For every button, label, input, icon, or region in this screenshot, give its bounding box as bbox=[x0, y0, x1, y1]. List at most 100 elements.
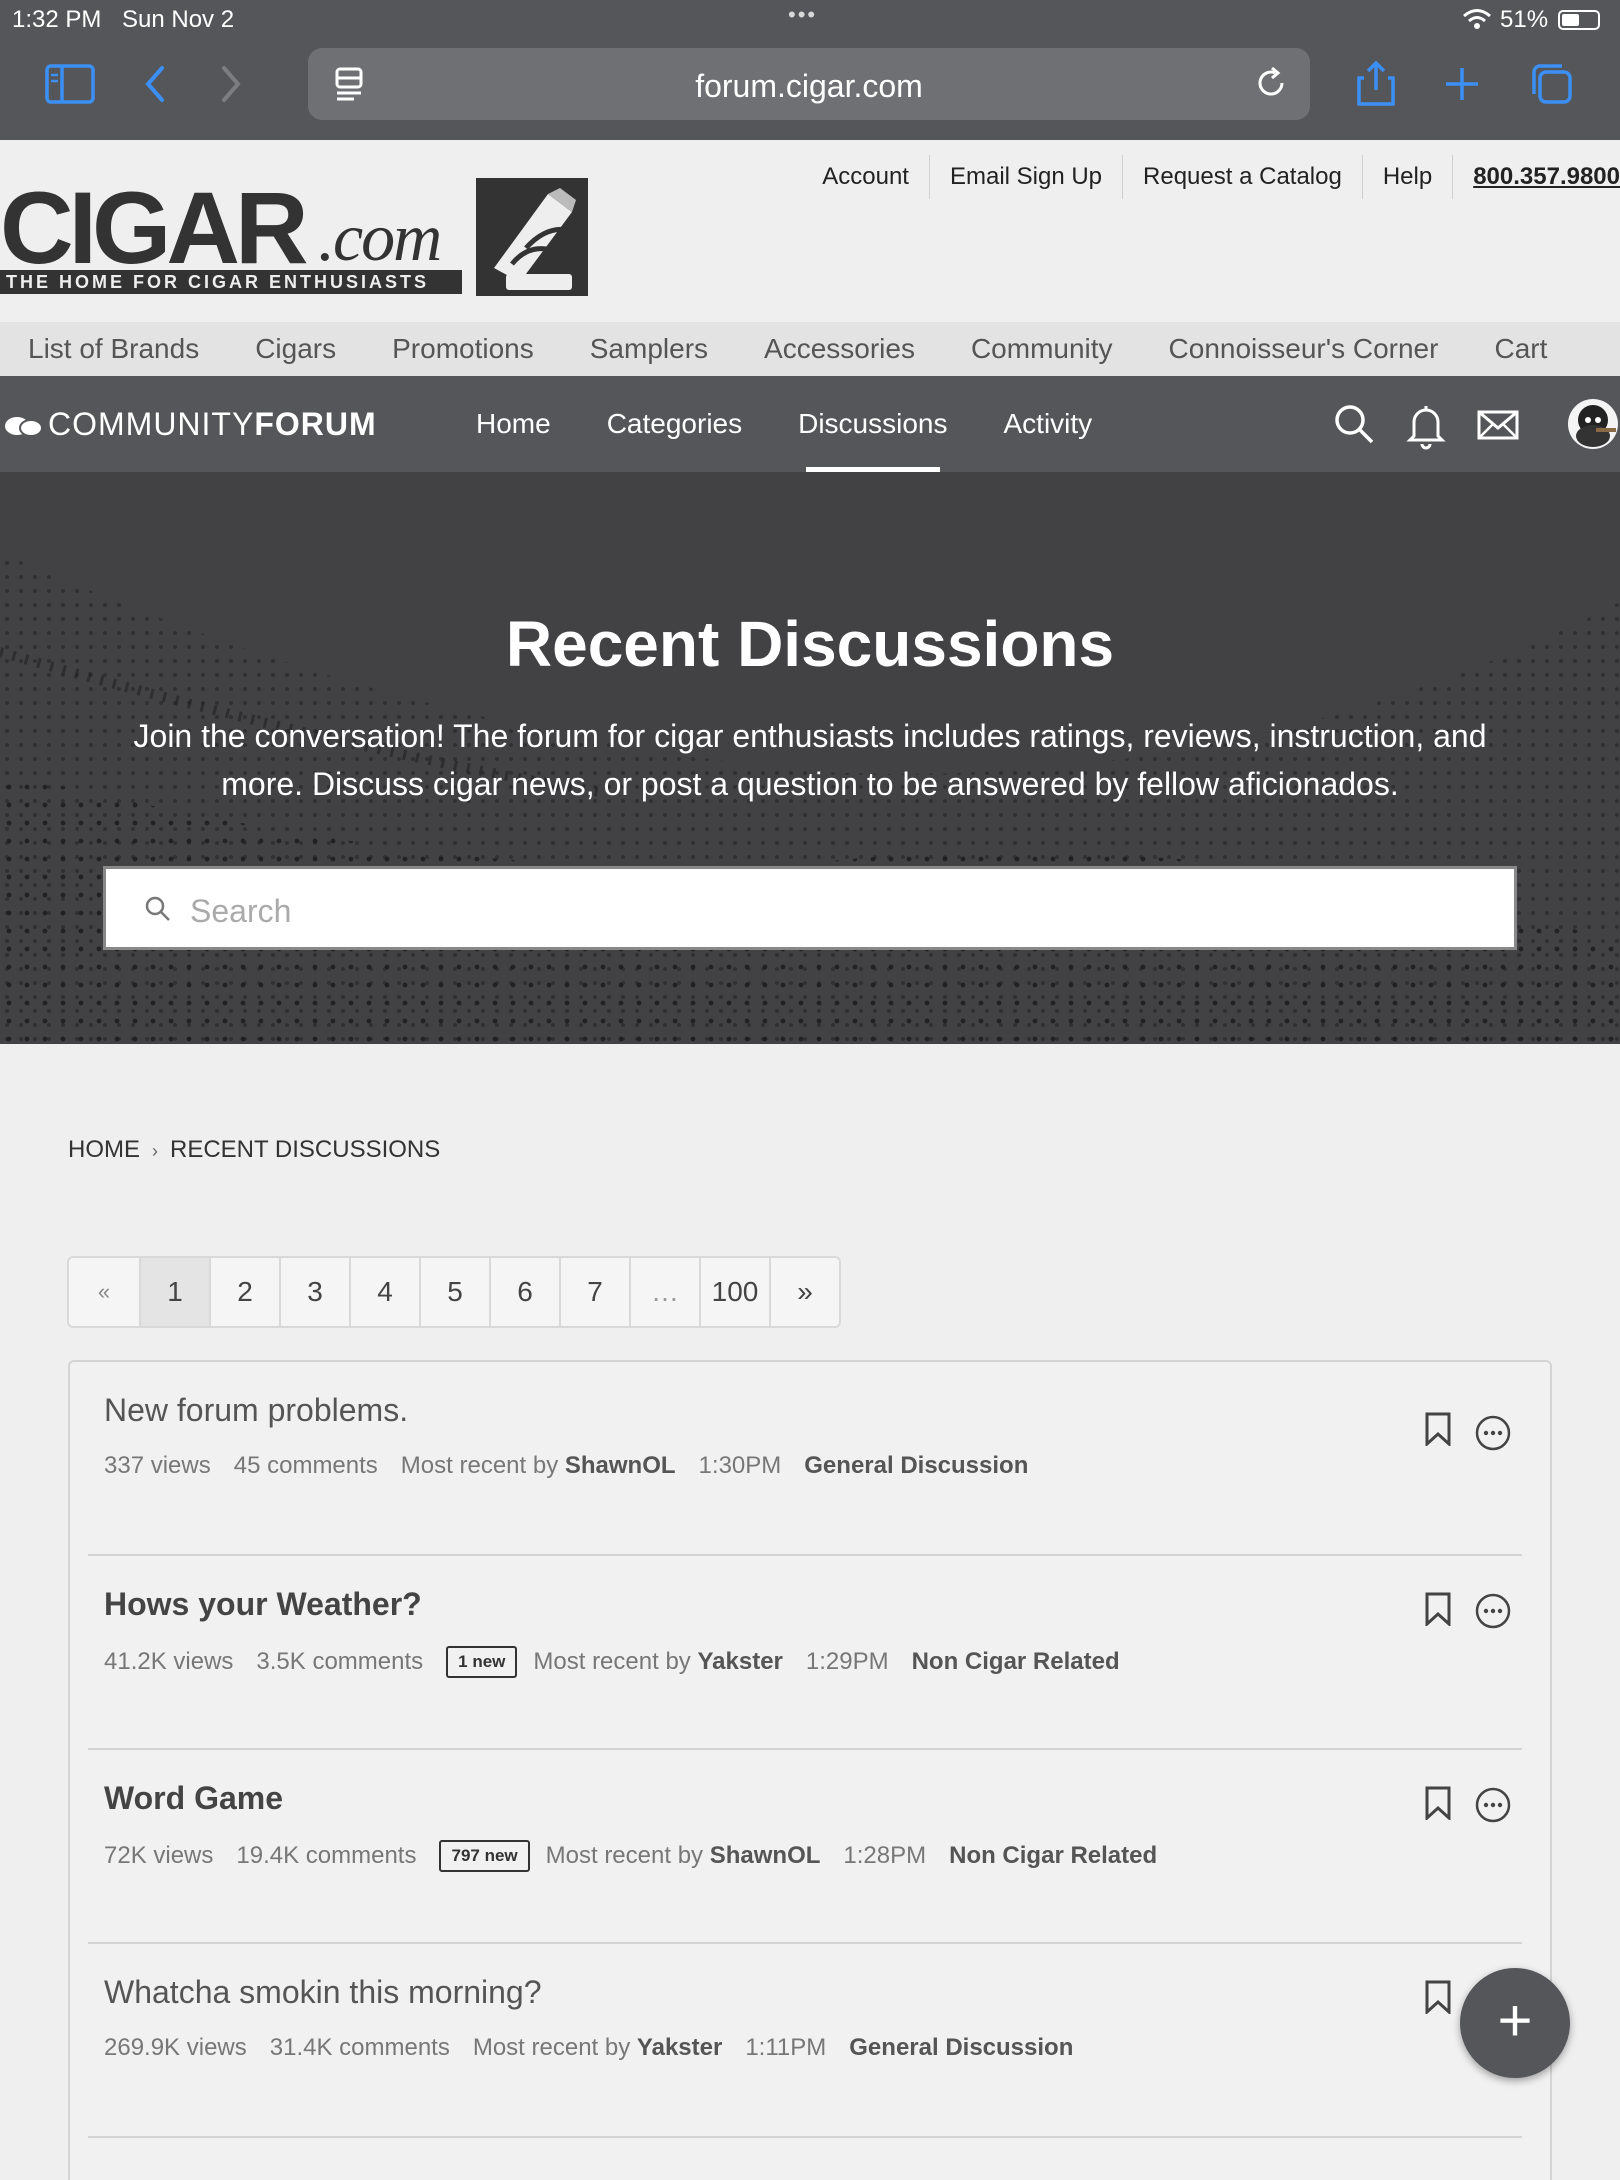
discussion-list: New forum problems. 337 views 45 comment… bbox=[68, 1360, 1552, 2180]
discussion-category[interactable]: General Discussion bbox=[804, 1452, 1028, 1480]
forum-nav-home[interactable]: Home bbox=[448, 376, 579, 472]
discussion-title[interactable]: Whatcha smokin this morning? bbox=[104, 1974, 542, 2011]
forum-nav-tabs: Home Categories Discussions Activity bbox=[448, 376, 1120, 472]
forum-logo-light: COMMUNITY bbox=[48, 406, 255, 442]
discussion-views: 41.2K views bbox=[104, 1648, 234, 1675]
status-bar: 1:32 PM Sun Nov 2 ••• 51% bbox=[0, 0, 1620, 40]
main-nav: List of Brands Cigars Promotions Sampler… bbox=[0, 322, 1620, 376]
nav-promotions[interactable]: Promotions bbox=[364, 322, 562, 376]
breadcrumb-current: RECENT DISCUSSIONS bbox=[170, 1136, 441, 1163]
options-menu-icon[interactable] bbox=[1474, 1414, 1512, 1452]
pagination: « 1 2 3 4 5 6 7 … 100 » bbox=[67, 1256, 841, 1328]
pager-next[interactable]: » bbox=[769, 1258, 839, 1326]
forum-logo-bold: FORUM bbox=[254, 406, 377, 442]
pager-page-1[interactable]: 1 bbox=[139, 1258, 209, 1326]
forum-nav-discussions[interactable]: Discussions bbox=[770, 376, 975, 472]
discussion-views: 269.9K views bbox=[104, 2034, 247, 2061]
discussion-title[interactable]: Hows your Weather? bbox=[104, 1586, 422, 1623]
pager-page-last[interactable]: 100 bbox=[699, 1258, 769, 1326]
logo-tagline: THE HOME FOR CIGAR ENTHUSIASTS bbox=[0, 270, 462, 294]
discussion-title[interactable]: New forum problems. bbox=[104, 1392, 408, 1429]
discussion-title[interactable]: Word Game bbox=[104, 1780, 283, 1817]
top-links: Account Email Sign Up Request a Catalog … bbox=[802, 155, 1620, 199]
pager-ellipsis: … bbox=[629, 1258, 699, 1326]
cigar-emblem-icon bbox=[476, 178, 588, 296]
browser-toolbar: forum.cigar.com bbox=[0, 40, 1620, 140]
breadcrumb-home[interactable]: HOME bbox=[68, 1136, 140, 1163]
help-link[interactable]: Help bbox=[1361, 155, 1452, 199]
notifications-bell-icon[interactable] bbox=[1402, 398, 1450, 450]
discussion-category[interactable]: Non Cigar Related bbox=[949, 1842, 1157, 1870]
discussion-item[interactable]: New forum problems. 337 views 45 comment… bbox=[88, 1362, 1522, 1556]
search-placeholder: Search bbox=[190, 893, 292, 929]
most-recent-user[interactable]: Yakster bbox=[697, 1648, 782, 1675]
site-logo[interactable]: CIGAR .com THE HOME FOR CIGAR ENTHUSIAST… bbox=[0, 171, 600, 298]
discussion-comments: 3.5K comments bbox=[256, 1648, 424, 1675]
discussion-meta: 269.9K views 31.4K comments Most recent … bbox=[104, 2034, 1096, 2062]
bookmark-icon[interactable] bbox=[1424, 1592, 1452, 1626]
tabs-icon[interactable] bbox=[1522, 60, 1582, 108]
breadcrumb-separator: › bbox=[152, 1141, 158, 1161]
pager-page-6[interactable]: 6 bbox=[489, 1258, 559, 1326]
email-signup-link[interactable]: Email Sign Up bbox=[928, 155, 1122, 199]
reload-icon[interactable] bbox=[1252, 64, 1290, 102]
nav-samplers[interactable]: Samplers bbox=[562, 322, 736, 376]
new-discussion-button[interactable]: + bbox=[1460, 1968, 1570, 2078]
phone-link[interactable]: 800.357.9800 bbox=[1452, 155, 1620, 199]
most-recent-user[interactable]: ShawnOL bbox=[565, 1452, 676, 1479]
discussion-item[interactable]: Whatcha smokin this morning? 269.9K view… bbox=[88, 1944, 1522, 2138]
multitask-dots-icon[interactable]: ••• bbox=[788, 2, 817, 28]
nav-accessories[interactable]: Accessories bbox=[736, 322, 943, 376]
most-recent-user[interactable]: ShawnOL bbox=[710, 1842, 821, 1869]
user-avatar[interactable] bbox=[1566, 398, 1620, 450]
new-tab-icon[interactable] bbox=[1432, 60, 1492, 108]
nav-community[interactable]: Community bbox=[943, 322, 1141, 376]
most-recent: Most recent by Yakster bbox=[473, 2034, 722, 2062]
discussion-category[interactable]: Non Cigar Related bbox=[912, 1648, 1120, 1676]
request-catalog-link[interactable]: Request a Catalog bbox=[1122, 155, 1362, 199]
options-menu-icon[interactable] bbox=[1474, 1592, 1512, 1630]
discussion-views: 72K views bbox=[104, 1842, 214, 1869]
most-recent: Most recent by ShawnOL bbox=[401, 1452, 676, 1480]
discussion-time: 1:30PM bbox=[698, 1452, 782, 1479]
forward-icon[interactable] bbox=[200, 60, 260, 108]
discussion-category[interactable]: General Discussion bbox=[849, 2034, 1073, 2062]
wifi-icon bbox=[1463, 9, 1491, 29]
pager-page-7[interactable]: 7 bbox=[559, 1258, 629, 1326]
nav-list-of-brands[interactable]: List of Brands bbox=[0, 322, 227, 376]
options-menu-icon[interactable] bbox=[1474, 1786, 1512, 1824]
back-icon[interactable] bbox=[126, 60, 186, 108]
discussion-meta: 72K views 19.4K comments 797 new Most re… bbox=[104, 1840, 1180, 1872]
most-recent-label: Most recent by bbox=[472, 2034, 631, 2061]
share-icon[interactable] bbox=[1346, 60, 1406, 108]
discussion-item[interactable]: Word Game 72K views 19.4K comments 797 n… bbox=[88, 1750, 1522, 1944]
community-forum-logo[interactable]: COMMUNITYFORUM bbox=[4, 406, 377, 443]
new-comments-badge: 797 new bbox=[439, 1840, 530, 1872]
forum-nav-activity[interactable]: Activity bbox=[976, 376, 1121, 472]
battery-icon bbox=[1558, 10, 1600, 30]
bookmark-icon[interactable] bbox=[1424, 1980, 1452, 2014]
forum-nav-categories[interactable]: Categories bbox=[579, 376, 770, 472]
nav-connoisseurs-corner[interactable]: Connoisseur's Corner bbox=[1141, 322, 1467, 376]
pager-prev[interactable]: « bbox=[69, 1258, 139, 1326]
most-recent-user[interactable]: Yakster bbox=[637, 2034, 722, 2061]
pager-page-2[interactable]: 2 bbox=[209, 1258, 279, 1326]
discussion-item[interactable]: Hows your Weather? 41.2K views 3.5K comm… bbox=[88, 1556, 1522, 1750]
bookmark-icon[interactable] bbox=[1424, 1412, 1452, 1446]
search-icon[interactable] bbox=[1330, 398, 1378, 450]
pager-page-4[interactable]: 4 bbox=[349, 1258, 419, 1326]
address-bar[interactable]: forum.cigar.com bbox=[308, 48, 1310, 120]
url-text: forum.cigar.com bbox=[695, 68, 923, 104]
messages-envelope-icon[interactable] bbox=[1474, 398, 1522, 450]
chat-bubbles-icon bbox=[5, 416, 43, 437]
nav-cigars[interactable]: Cigars bbox=[227, 322, 364, 376]
nav-cart[interactable]: Cart bbox=[1466, 322, 1575, 376]
discussion-time: 1:28PM bbox=[843, 1842, 927, 1869]
pager-page-3[interactable]: 3 bbox=[279, 1258, 349, 1326]
discussion-comments: 19.4K comments bbox=[236, 1842, 417, 1869]
pager-page-5[interactable]: 5 bbox=[419, 1258, 489, 1326]
bookmark-icon[interactable] bbox=[1424, 1786, 1452, 1820]
search-input[interactable]: Search bbox=[103, 866, 1517, 950]
account-link[interactable]: Account bbox=[802, 155, 929, 199]
sidebar-icon[interactable] bbox=[40, 60, 100, 108]
